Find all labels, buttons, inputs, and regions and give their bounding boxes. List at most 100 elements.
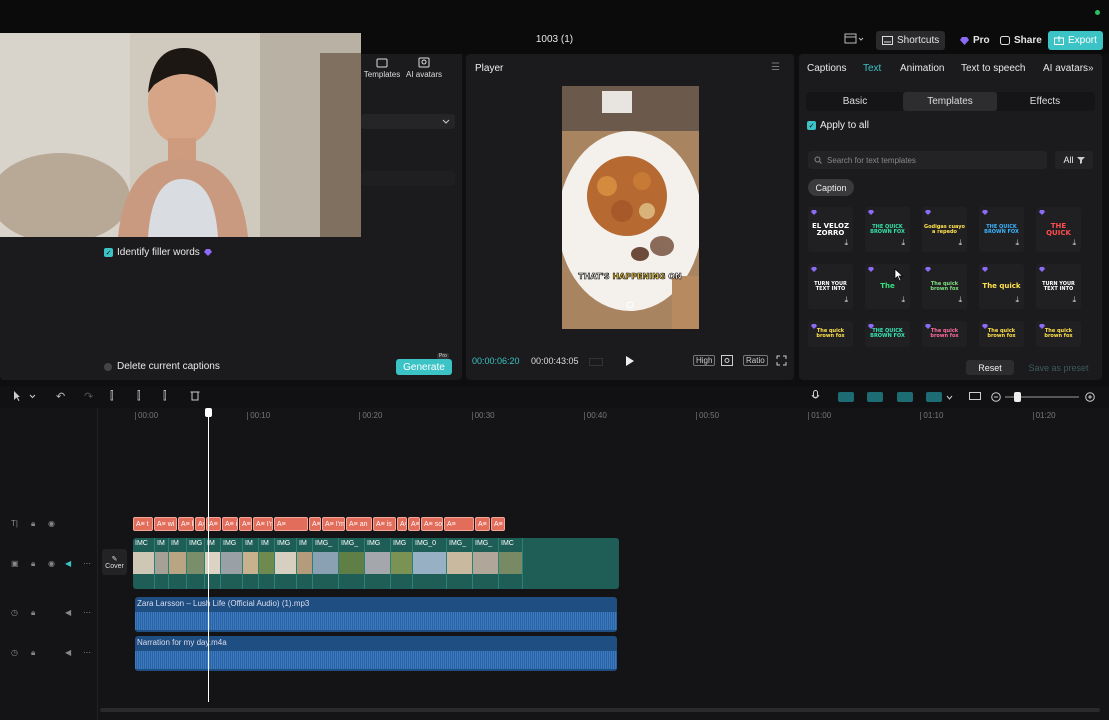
video-clip[interactable]: IM <box>297 538 313 589</box>
menu-icon[interactable]: ☰ <box>771 62 780 73</box>
delete-icon[interactable] <box>190 390 200 404</box>
video-clip[interactable]: IMG_ <box>339 538 365 589</box>
save-preset-button[interactable]: Save as preset <box>1022 360 1095 375</box>
video-clip[interactable]: IMG <box>391 538 413 589</box>
tab-ai-avatars-right[interactable]: AI avatars <box>1043 63 1088 74</box>
video-clip[interactable]: IMG <box>275 538 297 589</box>
shortcuts-button[interactable]: Shortcuts <box>876 31 946 50</box>
eye-icon[interactable]: ◉ <box>48 559 55 568</box>
caption-segment[interactable]: A≡ I'm <box>322 517 345 531</box>
play-button[interactable] <box>625 355 635 370</box>
playhead[interactable] <box>208 410 209 702</box>
horizontal-scrollbar[interactable] <box>100 708 1100 712</box>
filter-dropdown[interactable]: All <box>1055 151 1093 169</box>
caption-segment[interactable]: A≡ t <box>133 517 153 531</box>
text-template-card[interactable]: THE QUICK BROWN FOX <box>865 321 910 347</box>
caption-segment[interactable]: A≡ no <box>491 517 505 531</box>
video-clip[interactable]: IMC <box>133 538 155 589</box>
caption-segment[interactable]: A≡ here's <box>475 517 490 531</box>
video-clip[interactable]: IMG <box>187 538 205 589</box>
magnet-icon[interactable] <box>867 392 883 402</box>
delete-captions-toggle[interactable]: Delete current captions <box>104 361 220 372</box>
download-icon[interactable]: ⤓ <box>844 295 848 305</box>
text-template-card[interactable]: THE QUICK BROWN FOX ⤓ <box>979 207 1024 252</box>
text-template-card[interactable]: TURN YOUR TEXT INTO ⤓ <box>1036 264 1081 309</box>
lock-icon[interactable]: 🔒︎ <box>31 519 35 529</box>
text-template-card[interactable]: EL VELOZ ZORRO ⤓ <box>808 207 853 252</box>
download-icon[interactable]: ⤓ <box>844 238 848 248</box>
split-icon[interactable]: ⫿ <box>110 390 114 403</box>
text-template-card[interactable]: The quick brown fox <box>1036 321 1081 347</box>
split-right-icon[interactable]: ⫿ <box>163 390 167 403</box>
volume-icon[interactable]: ◀ <box>65 648 71 657</box>
text-template-card[interactable]: The quick brown fox ⤓ <box>922 264 967 309</box>
zoom-in-icon[interactable] <box>1085 392 1095 405</box>
caption-segment[interactable]: A≡ wi <box>154 517 177 531</box>
microphone-icon[interactable] <box>811 390 820 405</box>
text-template-card[interactable]: The quick brown fox <box>808 321 853 347</box>
video-clip[interactable]: IMC <box>499 538 523 589</box>
caption-track[interactable]: A≡ tA≡ wiA≡ bA≡A≡A≡ isA≡ aA≡ I'm tA≡A≡ a… <box>133 517 619 531</box>
download-icon[interactable]: ⤓ <box>1072 295 1076 305</box>
lock-icon[interactable]: 🔒︎ <box>31 608 35 618</box>
text-template-card[interactable]: TURN YOUR TEXT INTO ⤓ <box>808 264 853 309</box>
download-icon[interactable]: ⤓ <box>901 238 905 248</box>
video-clip[interactable]: IMG_0 <box>413 538 447 589</box>
monitor-icon[interactable] <box>969 392 981 405</box>
caption-segment[interactable]: A≡ so <box>421 517 443 531</box>
more-icon[interactable]: ⋯ <box>83 559 91 568</box>
video-clip[interactable]: IM <box>243 538 259 589</box>
video-clip[interactable]: IMG_ <box>313 538 339 589</box>
snap-icon[interactable] <box>897 392 913 402</box>
segment-effects[interactable]: Effects <box>998 92 1092 111</box>
video-track[interactable]: IMC IM IM IMG IM IMG IM IM IMG IM IMG_ IMG_ IMG IMG IM… <box>133 538 619 589</box>
caption-segment[interactable]: A≡ <box>274 517 308 531</box>
ratio-button[interactable]: Ratio <box>743 355 768 366</box>
cover-button[interactable]: ✎ Cover <box>102 549 127 575</box>
select-tool-icon[interactable] <box>12 390 36 405</box>
tab-animation[interactable]: Animation <box>900 63 944 74</box>
zoom-slider-handle[interactable] <box>1014 392 1021 402</box>
lock-icon[interactable]: 🔒︎ <box>31 648 35 658</box>
text-template-card[interactable]: THE QUICK ⤓ <box>1036 207 1081 252</box>
caption-segment[interactable]: A≡ I'm t <box>253 517 273 531</box>
download-icon[interactable]: ⤓ <box>1072 238 1076 248</box>
lock-icon[interactable]: 🔒︎ <box>31 559 35 569</box>
more-icon[interactable]: ⋯ <box>83 608 91 617</box>
segment-templates[interactable]: Templates <box>903 92 997 111</box>
video-clip[interactable]: IMG_ <box>473 538 499 589</box>
more-tabs-icon[interactable]: » <box>1088 63 1094 74</box>
reset-button[interactable]: Reset <box>966 360 1014 375</box>
video-clip[interactable]: IM <box>155 538 169 589</box>
caption-segment[interactable]: A≡ <box>444 517 474 531</box>
tab-captions[interactable]: Captions <box>807 63 846 74</box>
video-clip[interactable]: IMG <box>221 538 243 589</box>
redo-icon[interactable]: ↷ <box>84 390 93 403</box>
caption-segment[interactable]: A≡ an <box>309 517 321 531</box>
download-icon[interactable]: ⤓ <box>958 238 962 248</box>
export-button[interactable]: Export <box>1048 31 1103 50</box>
video-clip[interactable]: IMG_ <box>447 538 473 589</box>
text-template-card[interactable]: Godigas cuayo a repedo ⤓ <box>922 207 967 252</box>
text-template-card[interactable]: THE QUICK BROWN FOX ⤓ <box>865 207 910 252</box>
identify-filler-words-checkbox[interactable]: ✓ Identify filler words <box>104 247 212 258</box>
eye-icon[interactable]: ◉ <box>48 519 55 528</box>
share-button[interactable]: Share <box>994 31 1048 50</box>
caption-category-chip[interactable]: Caption <box>808 179 854 196</box>
more-icon[interactable]: ⋯ <box>83 648 91 657</box>
tab-ai-avatars[interactable]: AI avatars <box>402 57 446 79</box>
apply-to-all-checkbox[interactable]: ✓ Apply to all <box>807 120 869 131</box>
download-icon[interactable]: ⤓ <box>1015 295 1019 305</box>
caption-segment[interactable]: A≡ <box>195 517 205 531</box>
download-icon[interactable]: ⤓ <box>958 295 962 305</box>
zoom-out-icon[interactable] <box>991 392 1001 405</box>
preview-axis-icon[interactable] <box>926 392 942 402</box>
caption-segment[interactable]: A≡ ar <box>408 517 420 531</box>
text-template-card[interactable]: The quick ⤓ <box>979 264 1024 309</box>
video-clip[interactable]: IMG <box>365 538 391 589</box>
segment-basic[interactable]: Basic <box>808 92 902 111</box>
tab-text[interactable]: Text <box>863 63 881 74</box>
quality-button[interactable]: High <box>693 355 716 366</box>
link-clips-icon[interactable] <box>838 392 854 402</box>
text-template-card[interactable]: The quick brown fox <box>979 321 1024 347</box>
